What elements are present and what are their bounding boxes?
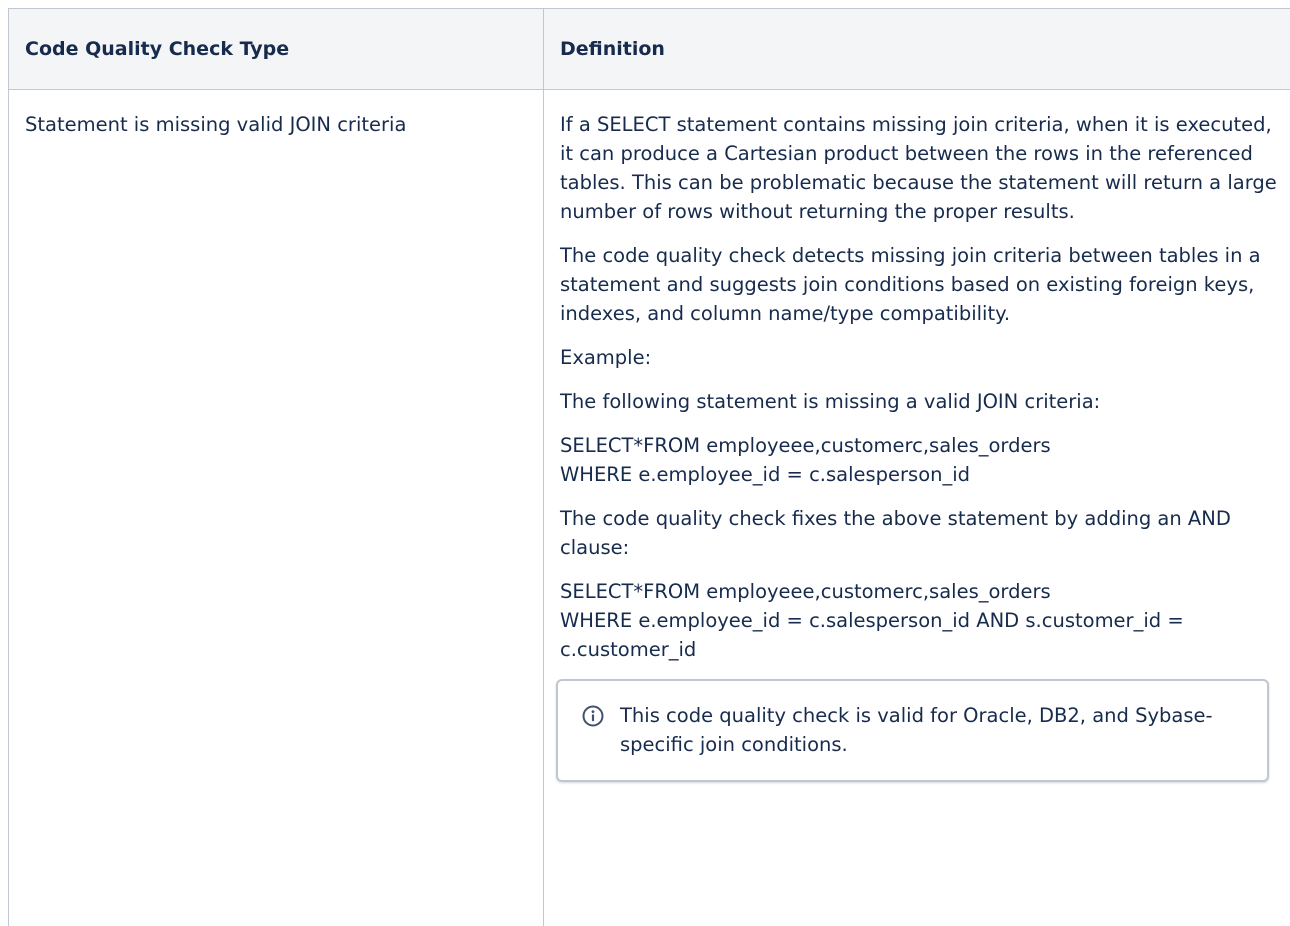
- header-definition: Definition: [543, 8, 1290, 90]
- code-example-before: SELECT*FROM employeee,customerc,sales_or…: [560, 431, 1281, 489]
- check-type-cell: Statement is missing valid JOIN criteria: [8, 89, 544, 926]
- info-icon: [582, 705, 604, 727]
- info-panel: This code quality check is valid for Ora…: [556, 679, 1269, 782]
- code-line: WHERE e.employee_id = c.salesperson_id: [560, 463, 971, 486]
- definition-paragraph: The following statement is missing a val…: [560, 390, 1101, 413]
- definition-paragraph: The code quality check fixes the above s…: [560, 507, 1231, 559]
- info-panel-text: This code quality check is valid for Ora…: [620, 704, 1213, 756]
- definition-paragraph: If a SELECT statement contains missing j…: [560, 113, 1277, 223]
- definition-cell: If a SELECT statement contains missing j…: [543, 89, 1290, 926]
- code-line: WHERE e.employee_id = c.salesperson_id A…: [560, 609, 1184, 661]
- page: Code Quality Check Type Definition State…: [0, 0, 1290, 926]
- definition-paragraph: The code quality check detects missing j…: [560, 244, 1261, 325]
- code-line: SELECT*FROM employeee,customerc,sales_or…: [560, 434, 1051, 457]
- code-line: SELECT*FROM employeee,customerc,sales_or…: [560, 580, 1051, 603]
- code-example-after: SELECT*FROM employeee,customerc,sales_or…: [560, 577, 1281, 664]
- example-label: Example:: [560, 346, 652, 369]
- table-header-row: Code Quality Check Type Definition: [8, 8, 1290, 90]
- header-check-type: Code Quality Check Type: [8, 8, 544, 90]
- code-quality-table: Code Quality Check Type Definition State…: [8, 8, 1290, 926]
- table-row: Statement is missing valid JOIN criteria…: [8, 89, 1290, 926]
- check-type-label: Statement is missing valid JOIN criteria: [25, 113, 407, 136]
